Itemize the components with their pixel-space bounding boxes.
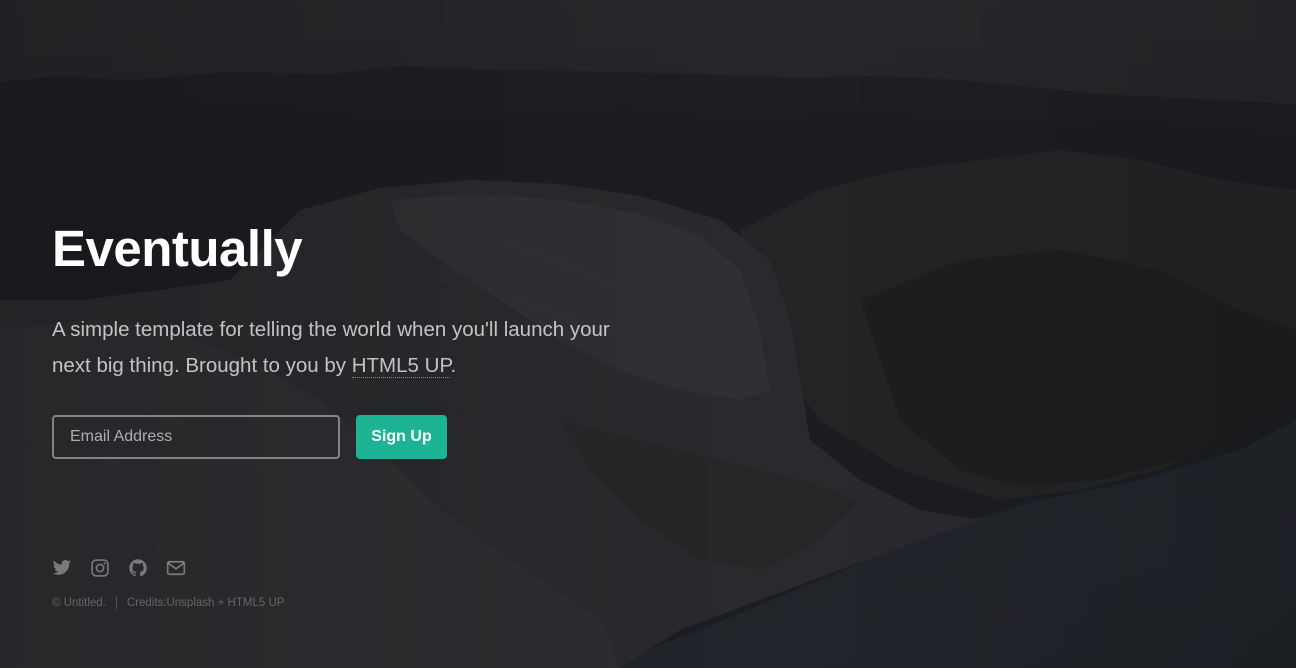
hero-subtitle: A simple template for telling the world … <box>52 312 612 384</box>
envelope-icon[interactable] <box>166 558 186 578</box>
sign-up-button[interactable]: Sign Up <box>356 415 447 459</box>
hero-content: Eventually A simple template for telling… <box>52 0 752 668</box>
email-input[interactable] <box>52 415 340 459</box>
credits-prefix: Credits: <box>126 597 167 609</box>
github-icon[interactable] <box>128 558 148 578</box>
html5up-link[interactable]: HTML5 UP <box>351 354 451 378</box>
subtitle-end: . <box>450 354 457 377</box>
html5up-credit-link[interactable]: HTML5 UP <box>228 597 285 609</box>
signup-form: Sign Up <box>52 415 447 459</box>
footer-divider <box>115 597 117 609</box>
page-title: Eventually <box>52 220 303 277</box>
unsplash-link[interactable]: Unsplash <box>166 597 214 609</box>
subtitle-text: A simple template for telling the world … <box>52 318 610 377</box>
credits-plus: + <box>214 597 228 609</box>
copyright-text: © Untitled. <box>52 597 106 609</box>
instagram-icon[interactable] <box>90 558 110 578</box>
social-icons <box>52 558 186 578</box>
copyright-footer: © Untitled. Credits: Unsplash + HTML5 UP <box>52 597 284 609</box>
twitter-icon[interactable] <box>52 558 72 578</box>
